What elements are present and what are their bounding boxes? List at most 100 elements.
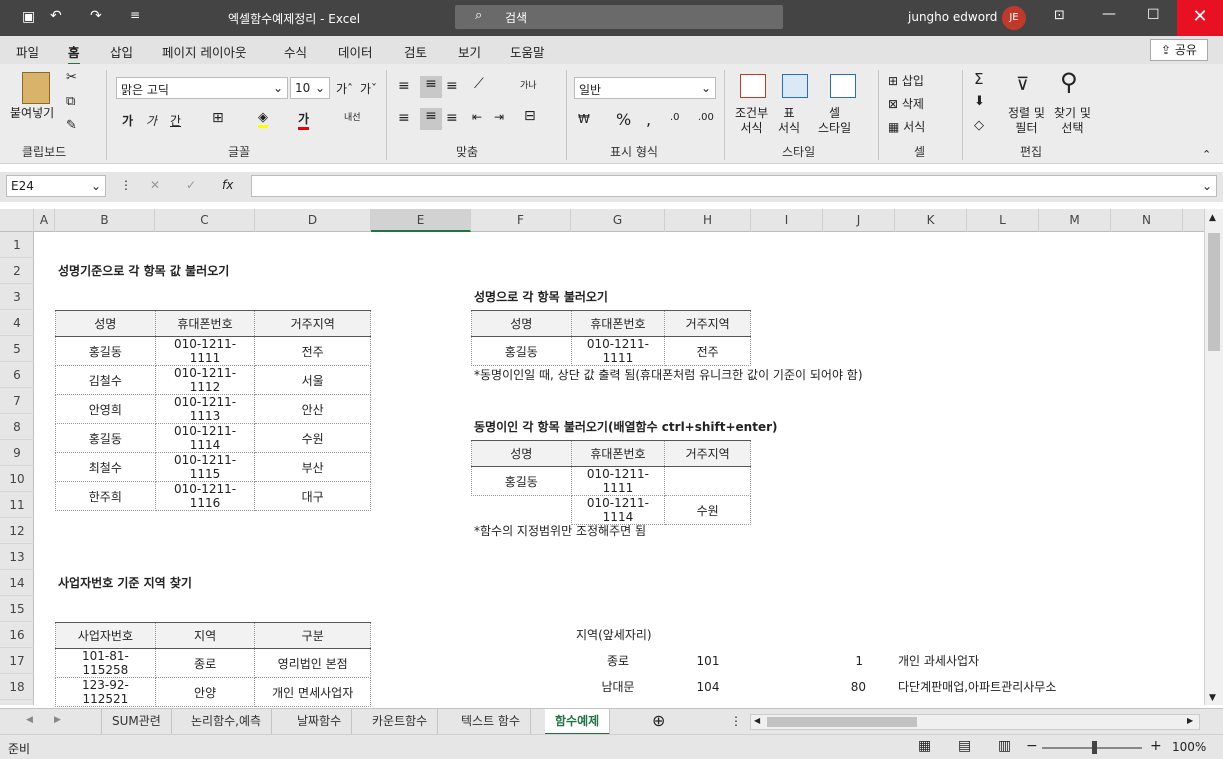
align-center-icon[interactable]: ≡ bbox=[420, 108, 442, 130]
prev-sheet-icon[interactable]: ◀ bbox=[26, 715, 33, 725]
table-header-cell[interactable]: 휴대폰번호 bbox=[570, 310, 666, 337]
scroll-down-icon[interactable]: ▼ bbox=[1209, 693, 1216, 703]
row-header[interactable]: 7 bbox=[0, 388, 34, 414]
row-header[interactable]: 11 bbox=[0, 492, 34, 518]
fill-color-icon[interactable]: ◈ bbox=[258, 110, 268, 128]
table-cell[interactable]: 홍길동 bbox=[471, 466, 572, 496]
cancel-icon[interactable]: ✕ bbox=[150, 178, 160, 192]
format-table-icon[interactable] bbox=[782, 74, 808, 98]
table-cell[interactable]: 대구 bbox=[254, 481, 371, 511]
table-cell[interactable]: 수원 bbox=[254, 423, 371, 453]
tab-review[interactable]: 검토 bbox=[404, 42, 427, 61]
table-cell[interactable]: 종로 bbox=[154, 648, 256, 678]
table-header-cell[interactable]: 구분 bbox=[254, 622, 371, 649]
table-header-cell[interactable]: 성명 bbox=[55, 310, 156, 337]
col-header-j[interactable]: J bbox=[823, 209, 895, 232]
region-code[interactable]: 104 bbox=[665, 674, 751, 700]
redo-icon[interactable]: ↷ bbox=[90, 8, 102, 24]
undo-icon[interactable]: ↶ bbox=[50, 8, 62, 24]
table-cell[interactable]: 수원 bbox=[664, 495, 751, 525]
increase-decimal-icon[interactable]: .0 bbox=[670, 112, 680, 123]
paste-button[interactable]: 붙여넣기 bbox=[10, 106, 54, 121]
conditional-format-button[interactable]: 조건부 서식 bbox=[735, 106, 768, 136]
find-select-icon[interactable]: ⚲ bbox=[1060, 68, 1078, 96]
table-cell[interactable]: 010-1211-1114 bbox=[570, 495, 666, 525]
italic-button[interactable]: 가 bbox=[146, 112, 157, 129]
merge-center-icon[interactable]: ⊟ bbox=[524, 108, 536, 124]
table-cell[interactable]: 김철수 bbox=[55, 365, 156, 395]
insert-function-icon[interactable]: fx bbox=[222, 178, 233, 192]
table-header-cell[interactable]: 성명 bbox=[471, 310, 572, 337]
avatar[interactable]: JE bbox=[1002, 6, 1026, 30]
customize-qat-icon[interactable]: ≡ bbox=[130, 8, 140, 22]
sort-filter-button[interactable]: 정렬 및 필터 bbox=[1008, 106, 1045, 136]
align-left-icon[interactable]: ≡ bbox=[398, 110, 410, 126]
cell-styles-button[interactable]: 셀 스타일 bbox=[818, 106, 851, 136]
close-icon[interactable]: ✕ bbox=[1177, 0, 1223, 36]
table-cell[interactable]: 한주희 bbox=[55, 481, 156, 511]
format-table-button[interactable]: 표 서식 bbox=[778, 106, 800, 136]
row-header[interactable]: 16 bbox=[0, 622, 34, 648]
heading-same-name[interactable]: 동명이인 각 항목 불러오기(배열함수 ctrl+shift+enter) bbox=[474, 414, 778, 440]
normal-view-icon[interactable]: ▦ bbox=[918, 738, 931, 754]
col-header-b[interactable]: B bbox=[55, 209, 155, 232]
autosum-icon[interactable]: Σ bbox=[974, 70, 983, 88]
col-header-l[interactable]: L bbox=[967, 209, 1039, 232]
row-header[interactable]: 9 bbox=[0, 440, 34, 466]
formula-input[interactable]: ⌄ bbox=[251, 175, 1217, 197]
add-sheet-icon[interactable]: ⊕ bbox=[652, 711, 665, 730]
type-code[interactable]: 80 bbox=[823, 674, 866, 700]
comma-icon[interactable]: , bbox=[646, 110, 651, 129]
table-header-cell[interactable]: 지역 bbox=[154, 622, 256, 649]
table-header-cell[interactable]: 휴대폰번호 bbox=[570, 440, 666, 467]
tab-page-layout[interactable]: 페이지 레이아웃 bbox=[162, 42, 246, 61]
find-select-button[interactable]: 찾기 및 선택 bbox=[1054, 106, 1091, 136]
insert-cells-button[interactable]: ⊞ 삽입 bbox=[888, 72, 924, 89]
table-cell[interactable]: 010-1211-1113 bbox=[154, 394, 256, 424]
row-header[interactable]: 1 bbox=[0, 232, 34, 258]
font-size-select[interactable]: 10 ⌄ bbox=[290, 77, 330, 99]
sheet-tab[interactable]: 날짜함수 bbox=[287, 709, 353, 735]
align-bottom-icon[interactable]: ≡ bbox=[446, 78, 458, 94]
next-sheet-icon[interactable]: ▶ bbox=[54, 715, 61, 725]
scroll-thumb[interactable] bbox=[1208, 233, 1220, 351]
decrease-indent-icon[interactable]: ⇤ bbox=[472, 110, 482, 124]
zoom-level[interactable]: 100% bbox=[1172, 740, 1206, 754]
align-right-icon[interactable]: ≡ bbox=[446, 110, 458, 126]
row-header[interactable]: 4 bbox=[0, 310, 34, 336]
type-code[interactable]: 1 bbox=[823, 648, 863, 674]
phonetic-icon[interactable]: 내선 bbox=[344, 110, 361, 123]
heading-name-lookup[interactable]: 성명기준으로 각 항목 값 불러오기 bbox=[58, 258, 229, 284]
accounting-icon[interactable]: ₩ bbox=[578, 112, 590, 126]
table-cell[interactable]: 부산 bbox=[254, 452, 371, 482]
tab-data[interactable]: 데이터 bbox=[338, 42, 373, 61]
orientation-icon[interactable]: ⟋ bbox=[474, 76, 484, 92]
row-header[interactable]: 2 bbox=[0, 258, 34, 284]
sheet-tab[interactable]: 논리함수,예측 bbox=[181, 709, 273, 735]
increase-font-icon[interactable]: 가ˆ bbox=[336, 80, 353, 97]
row-header[interactable]: 8 bbox=[0, 414, 34, 440]
table-cell[interactable]: 전주 bbox=[254, 336, 371, 366]
paste-icon[interactable] bbox=[22, 72, 50, 104]
zoom-slider-thumb[interactable] bbox=[1092, 741, 1097, 754]
table-cell[interactable]: 전주 bbox=[664, 336, 751, 366]
table-header-cell[interactable]: 거주지역 bbox=[664, 440, 751, 467]
table-cell[interactable]: 010-1211-1111 bbox=[154, 336, 256, 366]
sheet-tab[interactable]: 텍스트 함수 bbox=[451, 709, 532, 735]
table-cell[interactable]: 010-1211-1111 bbox=[570, 466, 666, 496]
select-all-corner[interactable] bbox=[0, 209, 34, 232]
decrease-font-icon[interactable]: 가ˇ bbox=[360, 80, 377, 97]
scroll-left-icon[interactable]: ◀ bbox=[754, 716, 760, 725]
borders-icon[interactable]: ⊞ bbox=[212, 110, 224, 126]
table-cell[interactable] bbox=[664, 466, 751, 496]
ribbon-display-icon[interactable]: ⊡ bbox=[1054, 8, 1065, 23]
row-header[interactable]: 18 bbox=[0, 674, 34, 700]
table-cell[interactable]: 010-1211-1114 bbox=[154, 423, 256, 453]
format-cells-button[interactable]: ▦ 서식 bbox=[888, 118, 925, 135]
save-icon[interactable]: ▣ bbox=[22, 9, 35, 25]
minimize-icon[interactable]: — bbox=[1102, 6, 1116, 22]
percent-icon[interactable]: % bbox=[616, 110, 631, 129]
table-header-cell[interactable]: 성명 bbox=[471, 440, 572, 467]
maximize-icon[interactable]: ☐ bbox=[1147, 7, 1160, 23]
zoom-in-icon[interactable]: + bbox=[1150, 738, 1162, 754]
